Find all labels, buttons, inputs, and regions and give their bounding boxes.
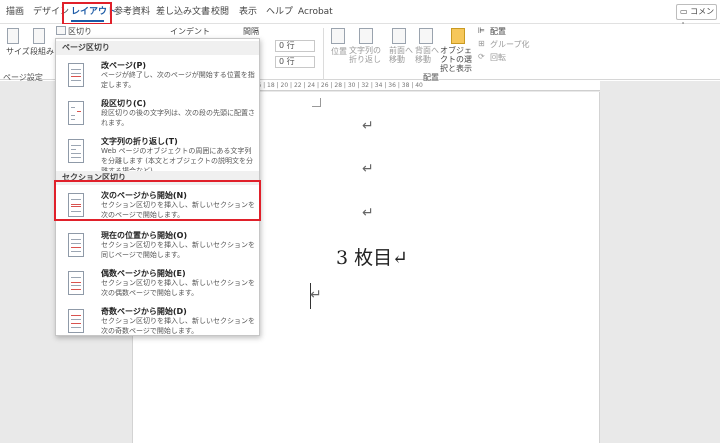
align-icon[interactable]: ⊫	[478, 26, 485, 35]
ribbon-separator	[323, 28, 324, 80]
page-break-icon	[68, 63, 84, 87]
wrap-text-button-label[interactable]: 文字列の折り返し	[349, 46, 385, 64]
tab-draw[interactable]: 描画	[6, 0, 24, 24]
menu-item-description: ページが終了し、次のページが開始する位置を指定します。	[101, 71, 255, 89]
selection-pane-icon[interactable]	[451, 28, 465, 44]
tab-review[interactable]: 校閲	[211, 0, 229, 24]
comment-button[interactable]: ▭ コメント	[676, 4, 717, 30]
rotate-button-label[interactable]: 回転	[490, 52, 506, 63]
paragraph-mark: ↵	[362, 118, 374, 134]
spacing-label: 間隔	[243, 27, 259, 36]
paragraph-mark: ↵	[362, 161, 374, 177]
bring-forward-label[interactable]: 前面へ移動	[389, 46, 413, 64]
menu-item-continuous[interactable]: 現在の位置から開始(O) セクション区切りを挿入し、新しいセクションを同じページ…	[56, 229, 259, 269]
breaks-icon[interactable]	[56, 26, 66, 35]
menu-item-even-page[interactable]: 偶数ページから開始(E) セクション区切りを挿入し、新しいセクションを次の偶数ペ…	[56, 267, 259, 307]
size-button-label[interactable]: サイズ	[6, 46, 30, 57]
selection-pane-label[interactable]: オブジェクトの選択と表示	[440, 46, 478, 73]
text-wrapping-icon	[68, 139, 84, 163]
column-break-icon	[68, 101, 84, 125]
align-button-label[interactable]: 配置	[490, 26, 506, 37]
paragraph-mark: ↵	[310, 287, 322, 303]
layout-tab-highlight	[62, 2, 112, 25]
continuous-break-icon	[68, 233, 84, 257]
tab-help[interactable]: ヘルプ	[266, 0, 293, 24]
document-body-text: 3 枚目↵	[336, 247, 409, 269]
even-page-break-icon	[68, 271, 84, 295]
columns-icon[interactable]	[33, 28, 45, 44]
margin-corner-mark	[312, 106, 321, 107]
columns-button-label[interactable]: 段組み	[30, 46, 54, 57]
menu-item-page-break[interactable]: 改ページ(P) ページが終了し、次のページが開始する位置を指定します。	[56, 59, 259, 99]
send-backward-icon[interactable]	[419, 28, 433, 44]
wrap-text-icon[interactable]	[359, 28, 373, 44]
position-button-label[interactable]: 位置	[331, 46, 347, 57]
rotate-icon[interactable]: ⟳	[478, 52, 485, 61]
odd-page-break-icon	[68, 309, 84, 333]
tab-references[interactable]: 参考資料	[114, 0, 150, 24]
breaks-button-label[interactable]: 区切り	[68, 26, 92, 37]
spacing-before-field[interactable]: 0 行	[275, 40, 315, 52]
position-icon[interactable]	[331, 28, 345, 44]
menu-item-description: セクション区切りを挿入し、新しいセクションを次の偶数ページで開始します。	[101, 279, 255, 297]
group-icon[interactable]: ⊞	[478, 39, 485, 48]
page-size-icon[interactable]	[7, 28, 19, 44]
send-backward-label[interactable]: 背面へ移動	[415, 46, 439, 64]
menu-item-description: セクション区切りを挿入し、新しいセクションを同じページで開始します。	[101, 241, 255, 259]
tab-acrobat[interactable]: Acrobat	[298, 0, 333, 24]
comment-icon: ▭	[680, 7, 688, 16]
indent-label: インデント	[170, 27, 210, 36]
paragraph-mark: ↵	[362, 205, 374, 221]
spacing-after-field[interactable]: 0 行	[275, 56, 315, 68]
group-button-label[interactable]: グループ化	[490, 39, 530, 50]
menu-item-description: セクション区切りを挿入し、新しいセクションを次の奇数ページで開始します。	[101, 317, 255, 335]
menu-item-description: 段区切りの後の文字列は、次の段の先頭に配置されます。	[101, 109, 255, 127]
menu-item-column-break[interactable]: 段区切り(C) 段区切りの後の文字列は、次の段の先頭に配置されます。	[56, 97, 259, 137]
next-page-item-highlight	[54, 180, 261, 221]
tab-view[interactable]: 表示	[239, 0, 257, 24]
tab-mailings[interactable]: 差し込み文書	[156, 0, 210, 24]
bring-forward-icon[interactable]	[392, 28, 406, 44]
page-breaks-header: ページ区切り	[56, 41, 259, 55]
menu-item-odd-page[interactable]: 奇数ページから開始(D) セクション区切りを挿入し、新しいセクションを次の奇数ペ…	[56, 305, 259, 345]
